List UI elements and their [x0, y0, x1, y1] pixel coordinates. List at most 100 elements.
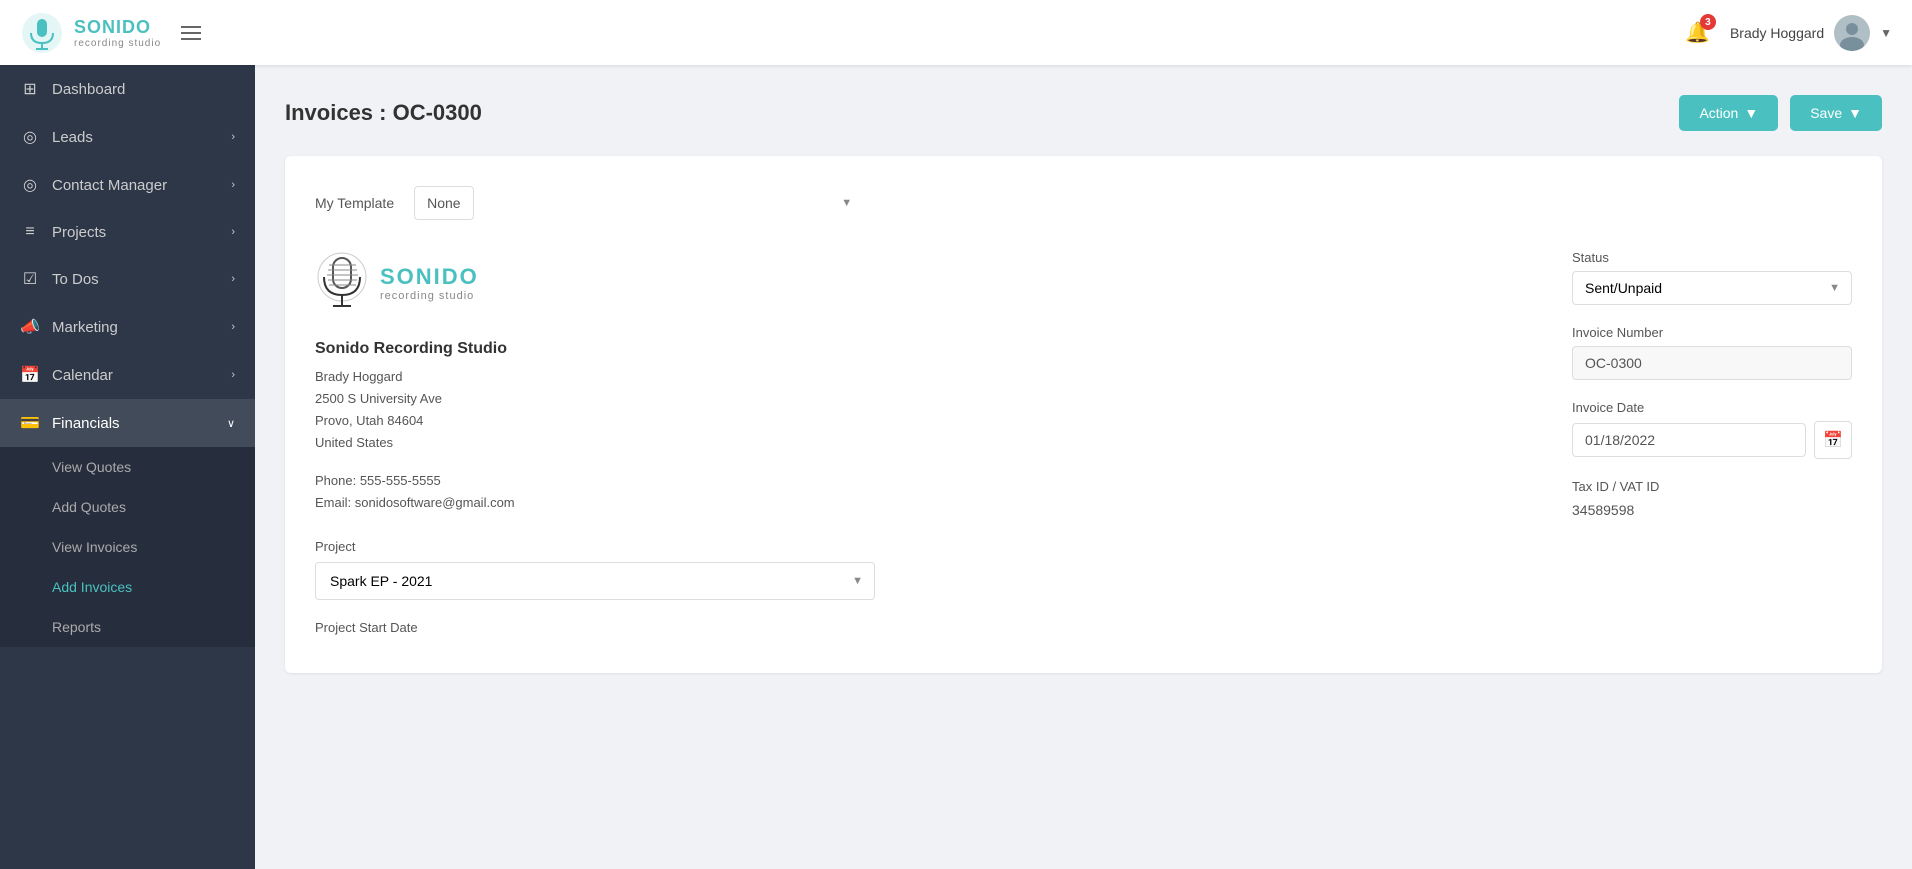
tax-id-field-group: Tax ID / VAT ID 34589598 [1572, 479, 1852, 520]
leads-icon: ◎ [20, 127, 40, 147]
chevron-down-icon: ▼ [1744, 105, 1758, 121]
tax-id-label: Tax ID / VAT ID [1572, 479, 1852, 494]
company-person: Brady Hoggard [315, 366, 1542, 388]
invoice-body: SONIDO recording studio Sonido Recording… [315, 250, 1852, 643]
sidebar-item-financials[interactable]: 💳 Financials ∨ [0, 399, 255, 447]
logo-text: SONIDO recording studio [74, 17, 161, 49]
financials-icon: 💳 [20, 413, 40, 433]
invoice-number-input[interactable] [1572, 346, 1852, 380]
todo-icon: ☑ [20, 269, 40, 289]
sidebar: ⊞ Dashboard ◎ Leads › ◎ Contact Manager … [0, 65, 255, 869]
template-select[interactable]: None [414, 186, 474, 220]
sidebar-item-label: Contact Manager [52, 177, 219, 194]
action-label: Action [1699, 105, 1738, 121]
sonido-brand: SONIDO [380, 264, 479, 290]
save-label: Save [1810, 105, 1842, 121]
chevron-right-icon: › [231, 131, 235, 143]
chevron-right-icon: › [231, 226, 235, 238]
sidebar-item-label: Financials [52, 415, 215, 432]
company-info: Sonido Recording Studio Brady Hoggard 25… [315, 335, 1542, 455]
invoice-date-input[interactable] [1572, 423, 1806, 457]
project-section: Project Spark EP - 2021 Project Start Da… [315, 539, 1542, 635]
brand-sub: recording studio [74, 38, 161, 49]
template-select-wrapper: None [414, 186, 864, 220]
sidebar-item-add-invoices[interactable]: Add Invoices [0, 567, 255, 607]
company-address1: 2500 S University Ave [315, 388, 1542, 410]
sidebar-item-label: Dashboard [52, 81, 235, 98]
company-address2: Provo, Utah 84604 [315, 410, 1542, 432]
invoice-number-field-group: Invoice Number [1572, 325, 1852, 380]
sidebar-item-label: Projects [52, 224, 219, 241]
sonido-sub: recording studio [380, 290, 479, 302]
sidebar-item-label: Leads [52, 129, 219, 146]
chevron-down-icon: ▼ [1880, 26, 1892, 40]
chevron-right-icon: › [231, 179, 235, 191]
tax-id-value: 34589598 [1572, 500, 1852, 520]
company-name: Sonido Recording Studio [315, 335, 1542, 362]
status-label: Status [1572, 250, 1852, 265]
chevron-right-icon: › [231, 369, 235, 381]
sidebar-item-label: Marketing [52, 319, 219, 336]
company-logo-area: SONIDO recording studio [315, 250, 1542, 315]
user-name: Brady Hoggard [1730, 25, 1824, 41]
contact-icon: ◎ [20, 175, 40, 195]
chevron-down-icon: ∨ [227, 417, 235, 430]
invoice-date-field-group: Invoice Date 📅 [1572, 400, 1852, 459]
sidebar-item-label: Calendar [52, 367, 219, 384]
status-select-wrapper: Sent/Unpaid Paid Draft Overdue [1572, 271, 1852, 305]
marketing-icon: 📣 [20, 317, 40, 337]
sidebar-item-marketing[interactable]: 📣 Marketing › [0, 303, 255, 351]
invoice-date-wrapper: 📅 [1572, 421, 1852, 459]
chevron-down-icon: ▼ [1848, 105, 1862, 121]
header-actions: Action ▼ Save ▼ [1679, 95, 1882, 131]
user-menu[interactable]: Brady Hoggard ▼ [1730, 15, 1892, 51]
calendar-button[interactable]: 📅 [1814, 421, 1852, 459]
sidebar-item-contact-manager[interactable]: ◎ Contact Manager › [0, 161, 255, 209]
sidebar-item-add-quotes[interactable]: Add Quotes [0, 487, 255, 527]
status-select[interactable]: Sent/Unpaid Paid Draft Overdue [1572, 271, 1852, 305]
projects-icon: ≡ [20, 223, 40, 241]
main-content: Invoices : OC-0300 Action ▼ Save ▼ My Te… [255, 65, 1912, 869]
chevron-right-icon: › [231, 273, 235, 285]
save-button[interactable]: Save ▼ [1790, 95, 1882, 131]
notification-button[interactable]: 🔔 3 [1685, 20, 1710, 45]
sidebar-item-view-quotes[interactable]: View Quotes [0, 447, 255, 487]
project-select[interactable]: Spark EP - 2021 [315, 562, 875, 600]
action-button[interactable]: Action ▼ [1679, 95, 1778, 131]
sidebar-item-dashboard[interactable]: ⊞ Dashboard [0, 65, 255, 113]
grid-icon: ⊞ [20, 79, 40, 99]
main-layout: ⊞ Dashboard ◎ Leads › ◎ Contact Manager … [0, 65, 1912, 869]
sidebar-item-leads[interactable]: ◎ Leads › [0, 113, 255, 161]
chevron-right-icon: › [231, 321, 235, 333]
sidebar-item-view-invoices[interactable]: View Invoices [0, 527, 255, 567]
status-field-group: Status Sent/Unpaid Paid Draft Overdue [1572, 250, 1852, 305]
company-logo-text: SONIDO recording studio [380, 264, 479, 302]
calendar-icon: 📅 [20, 365, 40, 385]
sidebar-item-projects[interactable]: ≡ Projects › [0, 209, 255, 255]
invoice-card: My Template None [285, 156, 1882, 673]
template-row: My Template None [315, 186, 1852, 220]
invoice-date-label: Invoice Date [1572, 400, 1852, 415]
avatar [1834, 15, 1870, 51]
sidebar-item-reports[interactable]: Reports [0, 607, 255, 647]
sidebar-item-label: To Dos [52, 271, 219, 288]
sidebar-item-calendar[interactable]: 📅 Calendar › [0, 351, 255, 399]
company-contact: Phone: 555-555-5555 Email: sonidosoftwar… [315, 470, 1542, 514]
sidebar-item-todos[interactable]: ☑ To Dos › [0, 255, 255, 303]
page-title: Invoices : OC-0300 [285, 100, 482, 126]
invoice-number-label: Invoice Number [1572, 325, 1852, 340]
project-start-label: Project Start Date [315, 620, 1542, 635]
invoice-left: SONIDO recording studio Sonido Recording… [315, 250, 1542, 643]
page-header: Invoices : OC-0300 Action ▼ Save ▼ [285, 95, 1882, 131]
logo: SONIDO recording studio [20, 11, 161, 55]
company-email: Email: sonidosoftware@gmail.com [315, 492, 1542, 514]
template-label: My Template [315, 195, 394, 211]
notification-badge: 3 [1700, 14, 1716, 30]
hamburger-menu[interactable] [181, 26, 201, 40]
financials-submenu: View Quotes Add Quotes View Invoices Add… [0, 447, 255, 647]
invoice-right: Status Sent/Unpaid Paid Draft Overdue [1572, 250, 1852, 643]
company-country: United States [315, 432, 1542, 454]
company-phone: Phone: 555-555-5555 [315, 470, 1542, 492]
project-select-wrapper: Spark EP - 2021 [315, 562, 875, 600]
logo-icon [20, 11, 64, 55]
